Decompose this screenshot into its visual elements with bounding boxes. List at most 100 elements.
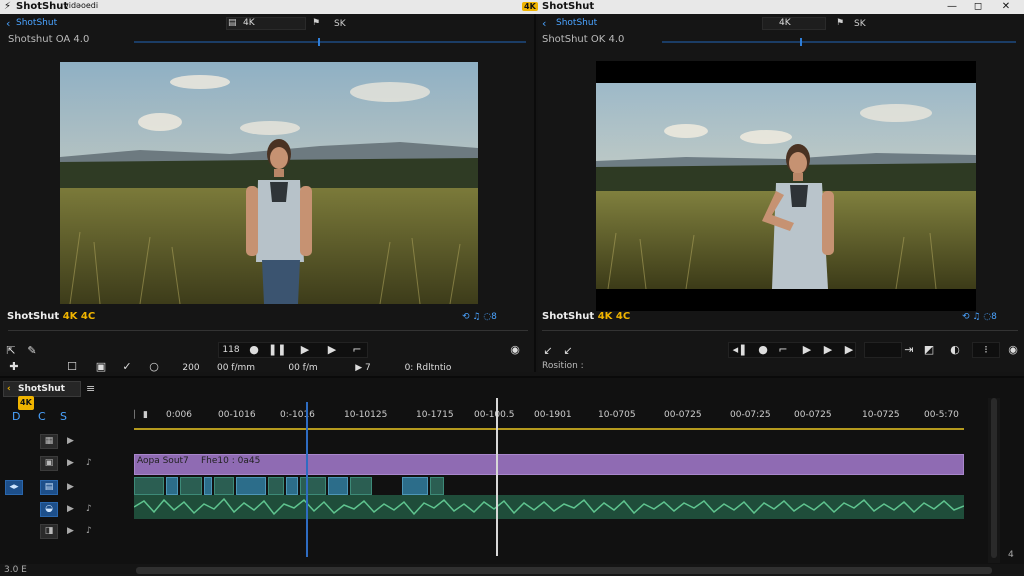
timecode-label: 00-0725 bbox=[664, 410, 702, 420]
rewind-mark-icon[interactable]: ↙ bbox=[542, 344, 554, 358]
right-window-title: ShotShut bbox=[542, 1, 595, 12]
track5-audio-icon[interactable]: ♪ bbox=[86, 526, 92, 536]
clip-label-1: Aopa Sout7 bbox=[137, 456, 189, 466]
back-label[interactable]: ShotShut bbox=[556, 18, 597, 28]
search-icon[interactable]: ○ bbox=[148, 360, 160, 374]
prev-mark-icon[interactable]: ↙ bbox=[562, 344, 574, 358]
pause-button[interactable]: ❚❚ bbox=[268, 343, 286, 357]
step-back-button[interactable]: ⌐ bbox=[776, 343, 790, 357]
back-arrow-icon[interactable]: ‹ bbox=[542, 17, 546, 30]
track-btn-s[interactable]: S bbox=[60, 410, 67, 423]
record-button[interactable]: ● bbox=[756, 343, 770, 357]
overlay-icon[interactable]: ◐ bbox=[948, 343, 962, 357]
marker-icon[interactable]: ⇱ bbox=[6, 344, 16, 358]
resolution-field[interactable]: 4K bbox=[226, 17, 306, 30]
next-button[interactable]: ▶ bbox=[842, 343, 856, 357]
frame-icon[interactable]: ▣ bbox=[94, 360, 108, 374]
track1-play-icon[interactable]: ▶ bbox=[67, 436, 74, 446]
timeline-vertical-scrollbar[interactable] bbox=[988, 398, 1000, 563]
timecode-label: 0:-1016 bbox=[280, 410, 315, 420]
maximize-button[interactable]: ◻ bbox=[966, 0, 990, 14]
source-toolbar: ‹ ShotShut 4K ▤ ⚑ SK bbox=[0, 14, 534, 30]
volume-icon[interactable]: ◂❚ bbox=[732, 343, 748, 357]
export-icon[interactable]: ⇥ bbox=[902, 343, 916, 357]
settings-icon[interactable]: ◉ bbox=[508, 343, 522, 357]
check-icon[interactable]: ✓ bbox=[120, 360, 134, 374]
horizontal-scroll-thumb[interactable] bbox=[136, 567, 992, 574]
more-icon[interactable]: ⁝ bbox=[980, 343, 992, 357]
play-button[interactable]: ▶ bbox=[298, 343, 312, 357]
in-marker-icon[interactable]: ⎸▮ bbox=[134, 410, 148, 420]
program-video-frame[interactable] bbox=[596, 61, 976, 311]
flag-icon[interactable]: ⚑ bbox=[312, 18, 320, 28]
timeline-logo-icon: ‹ bbox=[7, 384, 11, 394]
track1-lock-icon[interactable]: ▦ bbox=[40, 434, 58, 449]
track3-play-icon[interactable]: ▶ bbox=[67, 482, 74, 492]
right-window-badge: 4K bbox=[522, 2, 538, 11]
audio-waveform[interactable] bbox=[134, 492, 964, 522]
source-playhead[interactable] bbox=[306, 402, 308, 557]
vertical-scroll-thumb[interactable] bbox=[991, 398, 997, 558]
crop-icon[interactable]: ◩ bbox=[922, 343, 936, 357]
program-progress-marker[interactable] bbox=[800, 38, 802, 46]
play-forward-button[interactable]: ▶ bbox=[325, 343, 339, 357]
resolution-field[interactable]: 4K bbox=[762, 17, 826, 30]
left-window-title: ShotShut bbox=[16, 1, 69, 12]
program-toolbar: ‹ ShotShut 4K ⚑ SK bbox=[538, 14, 1024, 30]
track2-lock-icon[interactable]: ▣ bbox=[40, 456, 58, 471]
step-control[interactable]: ▶ 7 bbox=[348, 361, 378, 375]
zoom-readout: 3.0 E bbox=[4, 565, 27, 575]
source-video-frame[interactable] bbox=[60, 62, 478, 304]
timecode-label: 00-1016 bbox=[218, 410, 256, 420]
timecode-label: 00-07:25 bbox=[730, 410, 771, 420]
source-progress-track[interactable] bbox=[134, 41, 526, 43]
track-btn-c[interactable]: C bbox=[38, 410, 46, 423]
close-button[interactable]: ✕ bbox=[994, 0, 1018, 14]
timeline-tracks[interactable]: ⎸▮ 0:006 00-1016 0:-1016 10-10125 10-171… bbox=[134, 400, 966, 558]
program-playhead[interactable] bbox=[496, 398, 498, 556]
flag-icon[interactable]: ⚑ bbox=[836, 18, 844, 28]
work-area-bar[interactable] bbox=[134, 428, 964, 430]
track5-play-icon[interactable]: ▶ bbox=[67, 526, 74, 536]
timeline-menu-icon[interactable]: ≡ bbox=[86, 382, 95, 395]
track4-audio-button[interactable]: ◒ bbox=[40, 502, 58, 517]
source-video-image bbox=[60, 62, 478, 304]
timeline-scrollbar[interactable]: 3.0 E 4 bbox=[0, 550, 1024, 576]
quality-label: SK bbox=[854, 19, 866, 29]
title-bar: ⚡ ShotShut vidəoedi 4K ShotShut — ◻ ✕ bbox=[0, 0, 1024, 14]
track2-audio-icon[interactable]: ♪ bbox=[86, 458, 92, 468]
source-monitor: ‹ ShotShut 4K ▤ ⚑ SK Shotshut OA 4.0 Sho… bbox=[0, 14, 536, 375]
timecode-2: 00 f/mm bbox=[216, 363, 256, 373]
add-icon[interactable]: ✚ bbox=[8, 360, 20, 374]
rate-display: 118 bbox=[222, 345, 240, 355]
clip-label-2: Fhe10 : 0a45 bbox=[201, 456, 261, 466]
square-icon[interactable]: ☐ bbox=[66, 360, 78, 374]
play-forward-button[interactable]: ▶ bbox=[821, 343, 835, 357]
edit-icon[interactable]: ✎ bbox=[26, 344, 38, 358]
track-btn-d[interactable]: D bbox=[12, 410, 20, 423]
track4-audio-icon[interactable]: ♪ bbox=[86, 504, 92, 514]
title-clip[interactable]: Aopa Sout7 Fhe10 : 0a45 bbox=[134, 454, 964, 475]
track3-target-button[interactable]: ◂▸ bbox=[5, 480, 23, 495]
film-icon: ▤ bbox=[228, 18, 237, 28]
next-frame-button[interactable]: ⌐ bbox=[350, 343, 364, 357]
timeline-tab[interactable]: ‹ ShotShut 4K bbox=[3, 381, 81, 410]
program-caption-icons[interactable]: ⟲ ♫ ◌8 bbox=[962, 312, 997, 322]
timecode-label: 10-0705 bbox=[598, 410, 636, 420]
program-settings-icon[interactable]: ◉ bbox=[1006, 343, 1020, 357]
timecode-label: 0:006 bbox=[166, 410, 192, 420]
back-arrow-icon[interactable]: ‹ bbox=[6, 17, 10, 30]
track5-lock-icon[interactable]: ◨ bbox=[40, 524, 58, 539]
program-progress-track[interactable] bbox=[662, 41, 1016, 43]
track4-play-icon[interactable]: ▶ bbox=[67, 504, 74, 514]
timecode-label: 10-1715 bbox=[416, 410, 454, 420]
back-label[interactable]: ShotShut bbox=[16, 18, 57, 28]
play-button[interactable]: ▶ bbox=[800, 343, 814, 357]
minimize-button[interactable]: — bbox=[940, 0, 964, 14]
source-progress-marker[interactable] bbox=[318, 38, 320, 46]
track2-play-icon[interactable]: ▶ bbox=[67, 458, 74, 468]
quality-label: SK bbox=[334, 19, 346, 29]
track3-lock-icon[interactable]: ▤ bbox=[40, 480, 58, 495]
source-caption-icons[interactable]: ⟲ ♫ ◌8 bbox=[462, 312, 497, 322]
record-button[interactable]: ● bbox=[247, 343, 261, 357]
